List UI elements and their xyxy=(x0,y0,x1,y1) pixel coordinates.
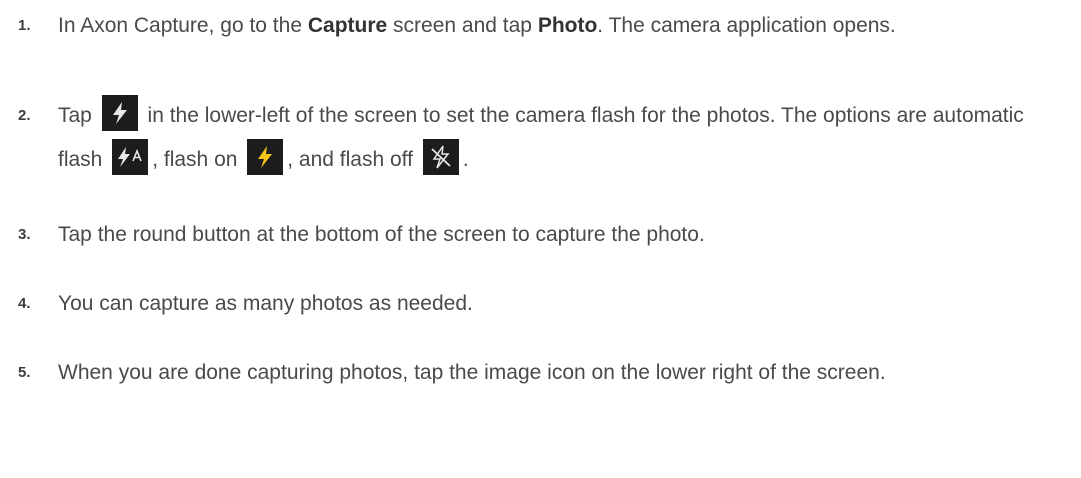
flash-auto-icon xyxy=(112,139,149,176)
step-number: 5. xyxy=(18,364,31,381)
flash-on-icon xyxy=(247,139,284,176)
step-text: Tap the round button at the bottom of th… xyxy=(58,223,705,246)
step-text-part: In Axon Capture, go to the xyxy=(58,14,308,37)
capture-screen-label: Capture xyxy=(307,14,388,37)
step-text-part: . xyxy=(462,148,469,171)
flash-off-icon xyxy=(422,139,459,176)
step-text: Tap in the lower-left of the screen to s… xyxy=(58,94,1073,182)
step-number: 1. xyxy=(18,17,31,34)
step-number: 3. xyxy=(18,226,31,243)
step-text: When you are done capturing photos, tap … xyxy=(58,361,886,384)
photo-label: Photo xyxy=(537,14,598,37)
step-text: In Axon Capture, go to the Capture scree… xyxy=(58,6,1073,46)
step-text-part: , and flash off xyxy=(287,148,419,171)
step-text-part: Tap xyxy=(58,104,98,127)
step-text-part: , flash on xyxy=(152,148,244,171)
step-number: 2. xyxy=(18,107,31,124)
step-text-part: . The camera application opens. xyxy=(597,14,896,37)
step-text: You can capture as many photos as needed… xyxy=(58,292,473,315)
step-text-part: screen and tap xyxy=(387,14,538,37)
flash-icon xyxy=(101,95,138,132)
step-number: 4. xyxy=(18,295,31,312)
